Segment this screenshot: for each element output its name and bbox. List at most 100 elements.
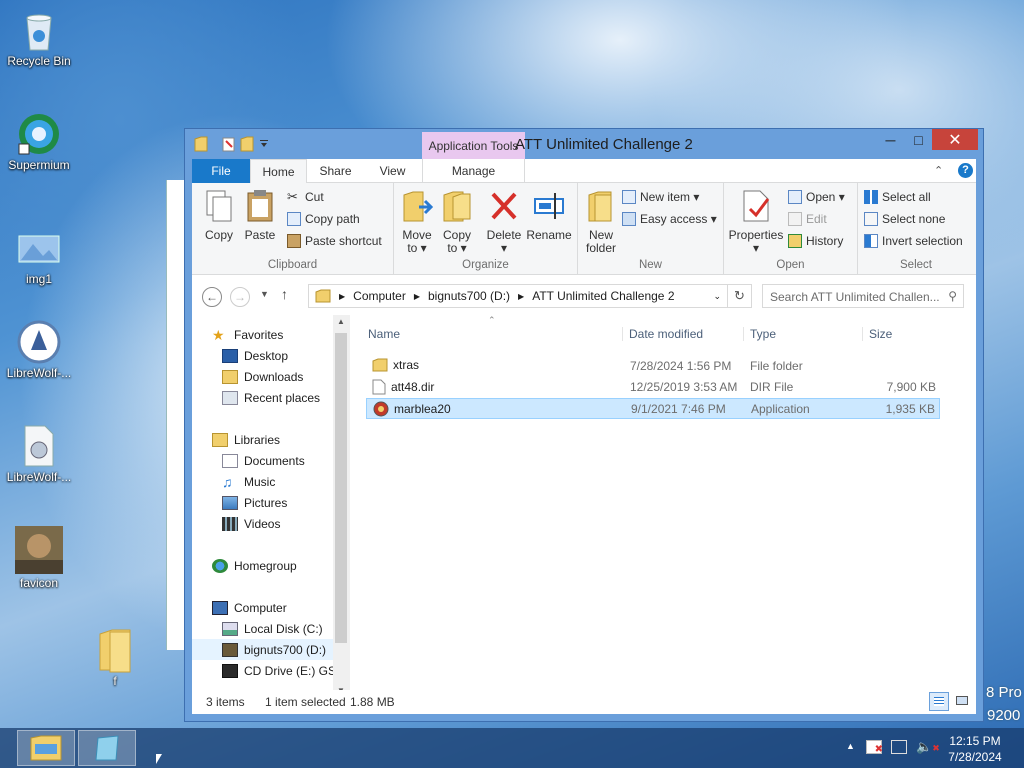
homegroup-icon [212, 558, 228, 573]
easy-access-button[interactable]: Easy access ▾ [622, 212, 717, 226]
taskbar-file-explorer[interactable] [17, 730, 75, 766]
invert-selection-button[interactable]: Invert selection [864, 234, 963, 248]
maximize-button[interactable]: □ [905, 129, 932, 150]
desktop-icon-label: LibreWolf-... [6, 470, 72, 484]
new-folder-button[interactable]: New folder [584, 189, 618, 255]
back-button[interactable]: ← [202, 287, 222, 307]
taskbar: ▲ ✖ 🔈✖ 12:15 PM 7/28/2024 [0, 728, 1024, 768]
easy-access-icon [622, 212, 636, 226]
application-tools-context-tab[interactable]: Application Tools [422, 132, 525, 159]
breadcrumb-drive[interactable]: bignuts700 (D:) [428, 289, 510, 303]
background-window[interactable] [166, 180, 186, 650]
paste-shortcut-button[interactable]: Paste shortcut [287, 234, 382, 248]
minimize-icon: ─ [885, 131, 896, 148]
copy-button[interactable]: Copy [202, 189, 236, 242]
copy-to-button[interactable]: Copy to ▾ [440, 189, 474, 255]
search-input[interactable]: Search ATT Unlimited Challen... ⚲ [762, 284, 964, 308]
scissors-icon: ✂ [287, 189, 298, 204]
nav-local-disk[interactable]: Local Disk (C:) [222, 618, 323, 639]
tab-manage[interactable]: Manage [422, 159, 525, 183]
column-name[interactable]: Name [368, 327, 400, 341]
large-icons-view-icon [956, 696, 968, 705]
delete-button[interactable]: Delete ▾ [486, 189, 522, 255]
breadcrumb[interactable]: ▶ Computer ▶ bignuts700 (D:) ▶ ATT Unlim… [308, 284, 728, 308]
file-row-marblea20[interactable]: marblea20 9/1/2021 7:46 PM Application 1… [366, 398, 940, 419]
copy-path-button[interactable]: Copy path [287, 212, 360, 226]
recent-places-icon [222, 390, 238, 405]
column-size[interactable]: Size [862, 327, 942, 341]
nav-pictures[interactable]: Pictures [222, 492, 287, 513]
file-row-att48[interactable]: att48.dir 12/25/2019 3:53 AM DIR File 7,… [366, 377, 940, 398]
select-none-button[interactable]: Select none [864, 212, 945, 226]
address-dropdown-icon[interactable]: ⌄ [713, 291, 721, 302]
clock[interactable]: 12:15 PM 7/28/2024 [946, 733, 1004, 765]
open-button[interactable]: Open ▾ [788, 190, 845, 204]
refresh-icon: ↻ [734, 288, 745, 303]
nav-documents[interactable]: Documents [222, 450, 305, 471]
desktop-icon-supermium[interactable]: Supermium [1, 112, 77, 172]
nav-downloads[interactable]: Downloads [222, 366, 303, 387]
rename-button[interactable]: Rename [526, 189, 572, 242]
details-view-button[interactable] [929, 692, 949, 711]
properties-button[interactable]: Properties ▾ [728, 189, 784, 255]
scroll-up-icon[interactable]: ▲ [337, 317, 345, 326]
volume-muted-icon[interactable]: 🔈✖ [916, 739, 940, 755]
new-item-button[interactable]: New item ▾ [622, 190, 699, 204]
close-button[interactable]: ✕ [932, 129, 978, 150]
nav-videos[interactable]: Videos [222, 513, 280, 534]
desktop-icon-f[interactable]: f [77, 628, 153, 688]
move-to-icon [403, 191, 434, 222]
rename-icon [534, 193, 564, 219]
open-icon [788, 190, 802, 204]
scrollbar-thumb[interactable] [335, 333, 347, 643]
tab-file[interactable]: File [192, 159, 250, 183]
column-date-modified[interactable]: Date modified [622, 327, 703, 341]
tab-share[interactable]: Share [307, 159, 364, 183]
tab-home[interactable]: Home [250, 159, 307, 184]
title-bar[interactable]: Application Tools ATT Unlimited Challeng… [185, 129, 983, 159]
taskbar-notepad[interactable] [78, 730, 136, 766]
nav-recent-places[interactable]: Recent places [222, 387, 320, 408]
history-button[interactable]: History [788, 234, 843, 248]
tray-overflow-button[interactable]: ▲ [846, 741, 855, 751]
select-all-button[interactable]: Select all [864, 190, 931, 204]
action-center-icon[interactable]: ✖ [866, 740, 883, 755]
paste-button[interactable]: Paste [242, 189, 278, 242]
collapse-ribbon-icon[interactable]: ⌃ [934, 164, 943, 177]
desktop-icon-img1[interactable]: img1 [1, 226, 77, 286]
nav-desktop[interactable]: Desktop [222, 345, 288, 366]
refresh-button[interactable]: ↻ [728, 284, 752, 308]
column-type[interactable]: Type [743, 327, 776, 341]
breadcrumb-folder[interactable]: ATT Unlimited Challenge 2 [532, 289, 674, 303]
librewolf-icon [17, 320, 61, 364]
desktop-icon-librewolf-2[interactable]: LibreWolf-... [1, 424, 77, 484]
large-icons-view-button[interactable] [952, 692, 972, 711]
desktop-icon-librewolf[interactable]: LibreWolf-... [1, 320, 77, 380]
nav-bignuts-drive[interactable]: bignuts700 (D:) [192, 639, 333, 660]
desktop-icon-favicon[interactable]: favicon [1, 526, 77, 590]
maximize-icon: □ [914, 131, 923, 148]
new-item-icon [622, 190, 636, 204]
edit-button[interactable]: Edit [788, 212, 827, 226]
breadcrumb-computer[interactable]: Computer [353, 289, 406, 303]
up-button[interactable]: ↑ [281, 286, 288, 302]
cut-button[interactable]: ✂ Cut [287, 189, 324, 205]
forward-button[interactable]: → [230, 287, 250, 307]
nav-homegroup[interactable]: Homegroup [212, 555, 297, 576]
nav-libraries[interactable]: Libraries [212, 429, 280, 450]
minimize-button[interactable]: ─ [877, 129, 904, 150]
network-icon[interactable] [891, 740, 907, 754]
tab-view[interactable]: View [364, 159, 421, 183]
status-bar: 3 items 1 item selected 1.88 MB [192, 690, 976, 714]
file-row-xtras[interactable]: xtras 7/28/2024 1:56 PM File folder [366, 356, 940, 377]
nav-favorites[interactable]: ★ Favorites [212, 324, 283, 345]
nav-computer[interactable]: Computer [212, 597, 287, 618]
move-to-button[interactable]: Move to ▾ [400, 189, 434, 255]
nav-cd-drive[interactable]: CD Drive (E:) GSP [222, 660, 344, 681]
recent-locations-icon[interactable]: ▼ [260, 289, 269, 299]
nav-scrollbar[interactable]: ▲ ▼ [333, 315, 350, 698]
nav-music[interactable]: ♫ Music [222, 471, 275, 492]
desktop-icon-recycle-bin[interactable]: Recycle Bin [1, 8, 77, 68]
quick-access-toolbar-icon[interactable] [193, 135, 283, 153]
help-icon[interactable]: ? [958, 163, 973, 178]
